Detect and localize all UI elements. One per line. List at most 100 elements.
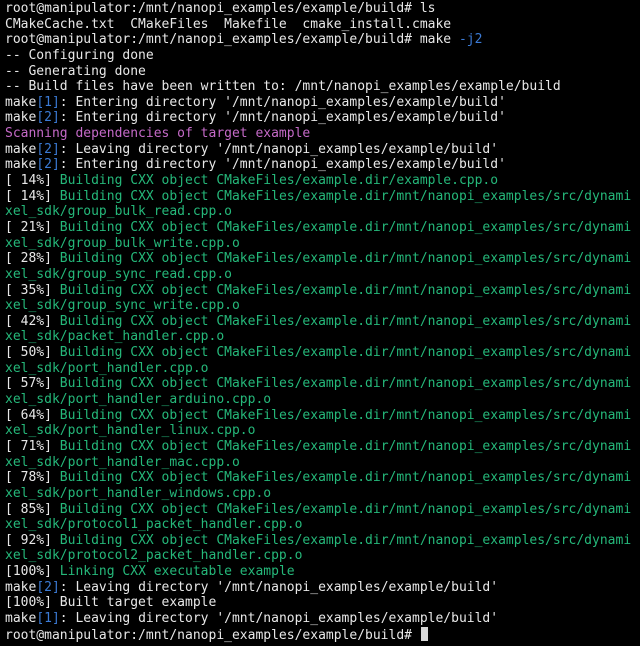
output-text-segment: xel_sdk/port_handler_mac.cpp.o xyxy=(5,454,240,470)
output-line: [ 71%] Building CXX object CMakeFiles/ex… xyxy=(5,439,640,455)
output-text-segment: xel_sdk/packet_handler.cpp.o xyxy=(5,329,225,345)
output-text-segment: make xyxy=(5,157,37,173)
output-text-segment: Building CXX object CMakeFiles/example.d… xyxy=(59,438,632,454)
output-text-segment: [2] xyxy=(36,141,60,157)
output-line: make[1]: Leaving directory '/mnt/nanopi_… xyxy=(5,611,640,627)
output-text-segment: : Entering directory '/mnt/nanopi_exampl… xyxy=(59,94,506,110)
output-text-segment: Building CXX object CMakeFiles/example.d… xyxy=(59,173,499,189)
output-line: [100%] Built target example xyxy=(5,595,640,611)
output-text-segment: [ 71%] xyxy=(5,438,60,454)
output-line: xel_sdk/port_handler_windows.cpp.o xyxy=(5,486,640,502)
output-text-segment: Building CXX object CMakeFiles/example.d… xyxy=(59,407,632,423)
output-text-segment: : Leaving directory '/mnt/nanopi_example… xyxy=(59,610,499,626)
output-text-segment: -- Build files have been written to: /mn… xyxy=(5,79,561,95)
output-text-segment: CMakeCache.txt CMakeFiles Makefile cmake… xyxy=(5,16,452,32)
output-line: -- Configuring done xyxy=(5,48,640,64)
output-line: xel_sdk/protocol1_packet_handler.cpp.o xyxy=(5,517,640,533)
output-text-segment: [ 64%] xyxy=(5,407,60,423)
output-line: make[2]: Entering directory '/mnt/nanopi… xyxy=(5,157,640,173)
output-line: root@manipulator:/mnt/nanopi_examples/ex… xyxy=(5,32,640,48)
output-line: CMakeCache.txt CMakeFiles Makefile cmake… xyxy=(5,17,640,33)
output-text-segment: : Leaving directory '/mnt/nanopi_example… xyxy=(59,141,499,157)
prompt-text: root@manipulator:/mnt/nanopi_examples/ex… xyxy=(5,627,420,643)
output-text-segment: xel_sdk/port_handler_windows.cpp.o xyxy=(5,485,272,501)
output-line: make[2]: Entering directory '/mnt/nanopi… xyxy=(5,110,640,126)
output-line: [ 85%] Building CXX object CMakeFiles/ex… xyxy=(5,502,640,518)
output-text-segment: xel_sdk/protocol1_packet_handler.cpp.o xyxy=(5,517,303,533)
text-cursor xyxy=(420,626,428,641)
output-text-segment: xel_sdk/port_handler_arduino.cpp.o xyxy=(5,392,272,408)
output-line: Scanning dependencies of target example xyxy=(5,126,640,142)
output-text-segment: : Entering directory '/mnt/nanopi_exampl… xyxy=(59,110,506,126)
output-text-segment: [2] xyxy=(36,579,60,595)
output-text-segment: xel_sdk/group_sync_read.cpp.o xyxy=(5,266,232,282)
output-text-segment: xel_sdk/port_handler.cpp.o xyxy=(5,360,209,376)
output-line: [ 78%] Building CXX object CMakeFiles/ex… xyxy=(5,470,640,486)
command-prompt-line[interactable]: root@manipulator:/mnt/nanopi_examples/ex… xyxy=(5,626,640,643)
output-text-segment: [ 78%] xyxy=(5,470,60,486)
output-line: xel_sdk/group_sync_read.cpp.o xyxy=(5,267,640,283)
output-line: [ 64%] Building CXX object CMakeFiles/ex… xyxy=(5,408,640,424)
output-text-segment: Scanning dependencies of target example xyxy=(5,126,311,142)
output-text-segment: xel_sdk/group_bulk_read.cpp.o xyxy=(5,204,232,220)
output-text-segment: Building CXX object CMakeFiles/example.d… xyxy=(59,470,632,486)
output-text-segment: make xyxy=(5,94,37,110)
output-line: [ 92%] Building CXX object CMakeFiles/ex… xyxy=(5,533,640,549)
output-text-segment: xel_sdk/protocol2_packet_handler.cpp.o xyxy=(5,548,303,564)
output-text-segment: : Entering directory '/mnt/nanopi_exampl… xyxy=(59,157,506,173)
output-text-segment: [ 85%] xyxy=(5,501,60,517)
output-text-segment: [ 21%] xyxy=(5,219,60,235)
output-text-segment: Building CXX object CMakeFiles/example.d… xyxy=(59,376,632,392)
output-text-segment: Building CXX object CMakeFiles/example.d… xyxy=(59,532,632,548)
output-text-segment: xel_sdk/group_bulk_write.cpp.o xyxy=(5,235,240,251)
output-text-segment: [2] xyxy=(36,110,60,126)
output-text-segment: Building CXX object CMakeFiles/example.d… xyxy=(59,282,632,298)
output-line: xel_sdk/group_sync_write.cpp.o xyxy=(5,298,640,314)
output-text-segment: make xyxy=(5,610,37,626)
output-text-segment: root@manipulator:/mnt/nanopi_examples/ex… xyxy=(5,1,436,16)
output-text-segment: xel_sdk/group_sync_write.cpp.o xyxy=(5,298,240,314)
output-line: xel_sdk/port_handler_linux.cpp.o xyxy=(5,423,640,439)
output-text-segment: [ 42%] xyxy=(5,313,60,329)
output-text-segment: [100%] xyxy=(5,564,60,580)
output-line: [ 57%] Building CXX object CMakeFiles/ex… xyxy=(5,376,640,392)
output-line: root@manipulator:/mnt/nanopi_examples/ex… xyxy=(5,1,640,17)
output-text-segment: Linking CXX executable example xyxy=(59,564,295,580)
output-line: -- Generating done xyxy=(5,64,640,80)
output-line: xel_sdk/packet_handler.cpp.o xyxy=(5,329,640,345)
output-text-segment: make xyxy=(5,110,37,126)
output-text-segment: : Leaving directory '/mnt/nanopi_example… xyxy=(59,579,499,595)
output-text-segment: [ 14%] xyxy=(5,188,60,204)
output-text-segment: [ 50%] xyxy=(5,345,60,361)
output-text-segment: [1] xyxy=(36,610,60,626)
output-line: xel_sdk/protocol2_packet_handler.cpp.o xyxy=(5,548,640,564)
output-line: [ 14%] Building CXX object CMakeFiles/ex… xyxy=(5,173,640,189)
output-line: xel_sdk/port_handler_mac.cpp.o xyxy=(5,455,640,471)
output-text-segment: make xyxy=(5,141,37,157)
output-line: [ 50%] Building CXX object CMakeFiles/ex… xyxy=(5,345,640,361)
output-text-segment: root@manipulator:/mnt/nanopi_examples/ex… xyxy=(5,32,459,48)
output-line: [ 35%] Building CXX object CMakeFiles/ex… xyxy=(5,283,640,299)
output-text-segment: Building CXX object CMakeFiles/example.d… xyxy=(59,345,632,361)
output-line: xel_sdk/port_handler_arduino.cpp.o xyxy=(5,392,640,408)
output-text-segment: Building CXX object CMakeFiles/example.d… xyxy=(59,188,632,204)
output-line: make[2]: Leaving directory '/mnt/nanopi_… xyxy=(5,580,640,596)
terminal-output: root@manipulator:/mnt/nanopi_examples/ex… xyxy=(5,1,640,627)
output-text-segment: Building CXX object CMakeFiles/example.d… xyxy=(59,251,632,267)
output-line: xel_sdk/port_handler.cpp.o xyxy=(5,361,640,377)
output-text-segment: [1] xyxy=(36,94,60,110)
output-line: -- Build files have been written to: /mn… xyxy=(5,79,640,95)
output-line: [ 21%] Building CXX object CMakeFiles/ex… xyxy=(5,220,640,236)
output-line: [ 28%] Building CXX object CMakeFiles/ex… xyxy=(5,251,640,267)
output-text-segment: -- Generating done xyxy=(5,63,146,79)
output-line: [100%] Linking CXX executable example xyxy=(5,564,640,580)
output-text-segment: Building CXX object CMakeFiles/example.d… xyxy=(59,313,632,329)
output-text-segment: Building CXX object CMakeFiles/example.d… xyxy=(59,501,632,517)
terminal-window[interactable]: root@manipulator:/mnt/nanopi_examples/ex… xyxy=(0,0,640,646)
output-line: make[1]: Entering directory '/mnt/nanopi… xyxy=(5,95,640,111)
output-text-segment: [ 28%] xyxy=(5,251,60,267)
output-text-segment: [2] xyxy=(36,157,60,173)
output-text-segment: [ 35%] xyxy=(5,282,60,298)
output-line: xel_sdk/group_bulk_write.cpp.o xyxy=(5,236,640,252)
output-text-segment: Building CXX object CMakeFiles/example.d… xyxy=(59,219,632,235)
